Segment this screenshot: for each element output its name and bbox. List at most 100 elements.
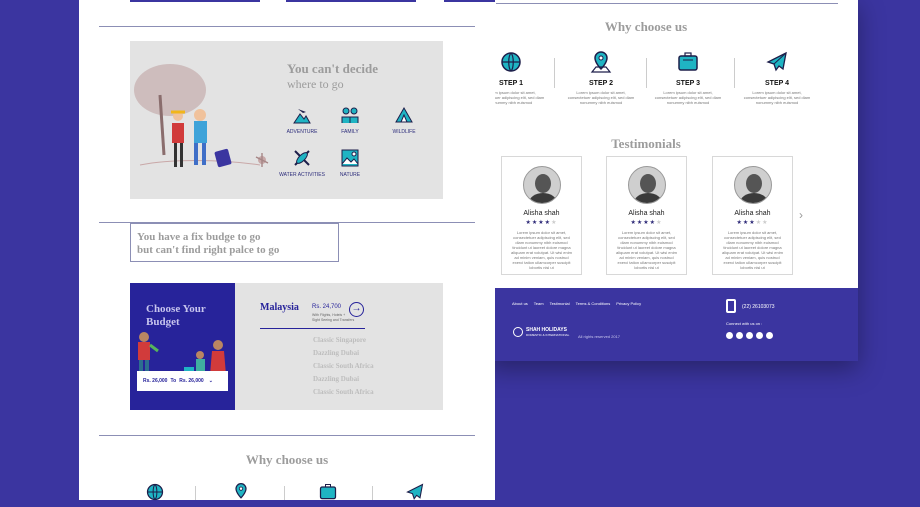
step-text: Lorem ipsum dolor sit amet, consectetuer… bbox=[654, 90, 722, 105]
step-3: STEP 3 Lorem ipsum dolor sit amet, conse… bbox=[653, 50, 723, 105]
category-water-activities[interactable]: WATER ACTIVITIES bbox=[277, 148, 327, 178]
testimonial-name: Alisha shah bbox=[734, 210, 771, 217]
travelers-illustration bbox=[134, 64, 269, 168]
top-divider bbox=[496, 3, 838, 4]
category-wildlife[interactable]: WILDLIFE bbox=[379, 105, 429, 135]
testimonial-card: Alisha shah ★★★★★ Lorem ipsum dolor sit … bbox=[712, 156, 793, 275]
avatar bbox=[733, 166, 772, 204]
globe-icon bbox=[145, 482, 165, 507]
connect-label: Connect with us on : bbox=[726, 321, 763, 326]
step-connector bbox=[646, 58, 647, 88]
step-connector bbox=[554, 58, 555, 88]
decide-section: You can't decide where to go ADVENTURE F… bbox=[130, 41, 443, 199]
suitcase-icon bbox=[318, 482, 338, 507]
choose-budget-section: Choose Your Budget Rs. 26,000 To Rs. 26,… bbox=[130, 283, 443, 410]
category-nature[interactable]: NATURE bbox=[325, 148, 375, 178]
destination-item[interactable]: Dazzling Dubai bbox=[313, 375, 359, 383]
chevron-right-icon[interactable]: › bbox=[799, 208, 803, 222]
step-connector bbox=[734, 58, 735, 88]
destination-item[interactable]: Classic Singapore bbox=[313, 336, 366, 344]
phone-number: (22) 26103073 bbox=[742, 304, 775, 310]
range-to: Rs. 26,000 bbox=[179, 378, 204, 384]
footer-link-team[interactable]: Team bbox=[534, 301, 544, 306]
nature-icon bbox=[340, 148, 360, 168]
testimonial-name: Alisha shah bbox=[628, 210, 665, 217]
step-2: STEP 2 Lorem ipsum dolor sit amet, conse… bbox=[566, 50, 636, 105]
step-text: Lorem ipsum dolor sit amet, consectetuer… bbox=[743, 90, 811, 105]
step-connector bbox=[284, 486, 285, 500]
step-label: STEP 3 bbox=[676, 80, 700, 87]
testimonial-card: Alisha shah ★★★★★ Lorem ipsum dolor sit … bbox=[501, 156, 582, 275]
brand-logo: SHAH HOLIDAYS DOMESTIC & INTERNATIONAL bbox=[513, 327, 569, 337]
cutoff-button bbox=[130, 0, 260, 2]
youtube-icon[interactable] bbox=[766, 332, 773, 339]
map-pin-icon bbox=[589, 50, 613, 74]
divider bbox=[99, 435, 475, 436]
step-label: STEP 2 bbox=[589, 80, 613, 87]
budget-heading: You have a fix budge to go but can't fin… bbox=[130, 223, 339, 262]
star-rating: ★★★★★ bbox=[630, 220, 663, 226]
family-icon bbox=[340, 105, 360, 125]
footer-links: About us Team Testimonial Terms & Condit… bbox=[512, 301, 641, 306]
globe-icon bbox=[499, 50, 523, 74]
facebook-icon[interactable] bbox=[726, 332, 733, 339]
testimonial-card: Alisha shah ★★★★★ Lorem ipsum dolor sit … bbox=[606, 156, 687, 275]
destination-item[interactable]: Dazzling Dubai bbox=[313, 349, 359, 357]
social-icons bbox=[726, 332, 773, 339]
category-family[interactable]: FAMILY bbox=[325, 105, 375, 135]
footer-link-terms[interactable]: Terms & Conditions bbox=[576, 301, 611, 306]
category-adventure[interactable]: ADVENTURE bbox=[277, 105, 327, 135]
avatar bbox=[522, 166, 561, 204]
why-choose-title: Why choose us bbox=[245, 452, 329, 467]
step-text: Lorem ipsum dolor sit amet, consectetuer… bbox=[567, 90, 635, 105]
cutoff-button bbox=[286, 0, 416, 2]
featured-note: With Flights, Hotels + bbox=[312, 313, 346, 317]
step-4: STEP 4 Lorem ipsum dolor sit amet, conse… bbox=[742, 50, 812, 105]
footer-link-privacy[interactable]: Privacy Policy bbox=[616, 301, 641, 306]
chevron-down-icon[interactable]: ⌄ bbox=[209, 378, 213, 384]
decide-title: You can't decide where to go bbox=[287, 61, 378, 91]
cutoff-button bbox=[444, 0, 495, 2]
featured-note: Sight Seeing and Transfers bbox=[312, 318, 355, 322]
why-choose-title: Why choose us bbox=[604, 19, 688, 34]
footer: About us Team Testimonial Terms & Condit… bbox=[486, 288, 858, 361]
testimonial-text: Lorem ipsum dolor sit amet, consectetuer… bbox=[511, 230, 572, 270]
destination-item[interactable]: Classic South Africa bbox=[313, 362, 374, 370]
featured-underline bbox=[260, 328, 365, 329]
airplane-icon bbox=[405, 482, 425, 507]
budget-range-pill[interactable]: Rs. 26,000 To Rs. 26,000 ⌄ bbox=[137, 371, 228, 391]
footer-link-about[interactable]: About us bbox=[512, 301, 528, 306]
kayak-icon bbox=[292, 148, 312, 168]
avatar bbox=[627, 166, 666, 204]
testimonial-text: Lorem ipsum dolor sit amet, consectetuer… bbox=[722, 230, 783, 270]
logo-icon bbox=[513, 327, 523, 337]
divider bbox=[99, 26, 475, 27]
star-rating: ★★★★★ bbox=[525, 220, 558, 226]
footer-link-testimonial[interactable]: Testimonial bbox=[550, 301, 570, 306]
step-connector bbox=[372, 486, 373, 500]
featured-price: Rs. 24,700 bbox=[312, 304, 342, 310]
step-connector bbox=[195, 486, 196, 500]
arrow-right-icon[interactable]: → bbox=[349, 302, 364, 317]
linkedin-icon[interactable] bbox=[756, 332, 763, 339]
tent-icon bbox=[394, 105, 414, 125]
suitcase-icon bbox=[676, 50, 700, 74]
copyright: All rights reserved 2017 bbox=[578, 334, 621, 339]
featured-destination-name: Malaysia bbox=[260, 302, 299, 313]
left-page-mockup: You can't decide where to go ADVENTURE F… bbox=[79, 0, 495, 501]
choose-budget-panel: Choose Your Budget Rs. 26,000 To Rs. 26,… bbox=[130, 283, 235, 410]
airplane-icon bbox=[765, 50, 789, 74]
twitter-icon[interactable] bbox=[736, 332, 743, 339]
testimonials-title: Testimonials bbox=[611, 136, 681, 151]
range-from: Rs. 26,000 bbox=[143, 378, 168, 384]
testimonial-name: Alisha shah bbox=[523, 210, 560, 217]
phone-icon bbox=[726, 299, 736, 313]
mountain-plane-icon bbox=[292, 105, 312, 125]
destination-item[interactable]: Classic South Africa bbox=[313, 388, 374, 396]
star-rating: ★★★★★ bbox=[736, 220, 769, 226]
map-pin-icon bbox=[231, 482, 251, 507]
testimonial-text: Lorem ipsum dolor sit amet, consectetuer… bbox=[616, 230, 677, 270]
instagram-icon[interactable] bbox=[746, 332, 753, 339]
step-label: STEP 4 bbox=[765, 80, 789, 87]
right-page-mockup: Why choose us STEP 1 Lorem ipsum dolor s… bbox=[478, 0, 858, 361]
